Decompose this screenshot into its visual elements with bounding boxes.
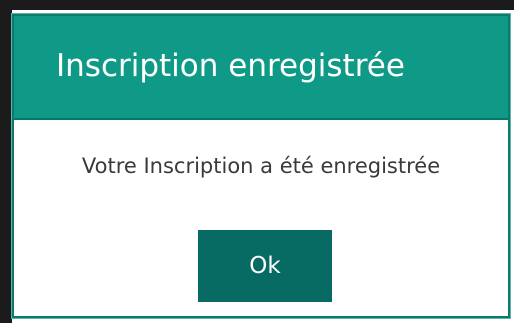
backdrop-dark-left-edge [0, 0, 12, 323]
ok-button[interactable]: Ok [198, 230, 332, 302]
dialog-header: Inscription enregistrée [14, 16, 508, 120]
confirmation-dialog: Inscription enregistrée Votre Inscriptio… [12, 14, 510, 318]
dialog-title: Inscription enregistrée [56, 48, 405, 84]
backdrop-dark-top-edge [0, 0, 514, 10]
dialog-message: Votre Inscription a été enregistrée [81, 154, 441, 178]
